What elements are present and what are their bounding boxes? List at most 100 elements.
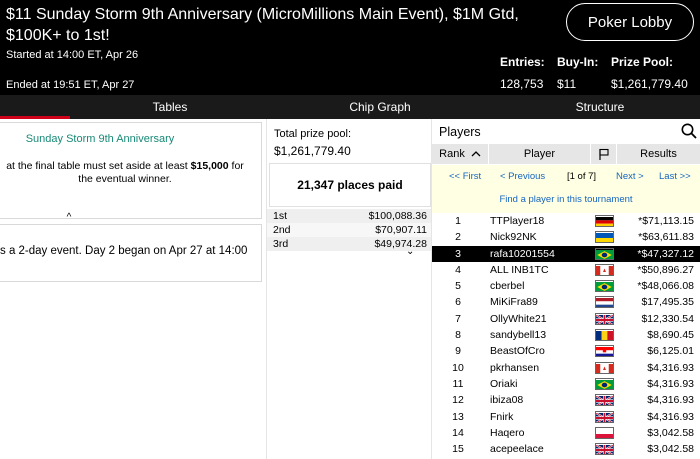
country-flag-icon [595, 247, 614, 260]
info-panel: Sunday Storm 9th Anniversary at the fina… [0, 119, 262, 459]
tab-tables[interactable]: Tables [75, 95, 265, 119]
payout-row: 2nd $70,907.11 [267, 223, 431, 237]
player-name: OllyWhite21 [490, 312, 547, 325]
players-table-header: Rank Player Results [432, 144, 700, 164]
player-row[interactable]: 6 MiKiFra89 $17,495.35 [432, 294, 700, 311]
country-flag-icon [595, 231, 614, 244]
end-time: Ended at 19:51 ET, Apr 27 [6, 79, 135, 91]
player-result: *$50,896.27 [637, 263, 694, 276]
player-row[interactable]: 11 Oriaki $4,316.93 [432, 375, 700, 393]
player-rank: 11 [452, 377, 464, 390]
search-icon[interactable] [681, 123, 697, 139]
buyin-value: $11 [557, 77, 577, 91]
poker-lobby-button[interactable]: Poker Lobby [566, 3, 694, 41]
country-flag-icon [595, 426, 614, 439]
player-result: $4,316.93 [647, 394, 694, 407]
last-page-link[interactable]: Last >> [659, 171, 691, 182]
event-note-card: s a 2-day event. Day 2 began on Apr 27 a… [0, 224, 262, 282]
tournament-header: $11 Sunday Storm 9th Anniversary (MicroM… [0, 0, 700, 95]
entries-value: 128,753 [500, 77, 544, 91]
player-rank: 4 [455, 263, 461, 276]
entries-label: Entries: [500, 55, 545, 69]
player-rank: 14 [452, 426, 464, 439]
player-column-header[interactable]: Player [489, 144, 591, 164]
expand-payouts-icon[interactable]: ⌄ [406, 246, 414, 257]
next-page-link[interactable]: Next > [616, 171, 644, 182]
player-name: BeastOfCro [490, 345, 545, 358]
country-flag-icon [595, 329, 614, 342]
player-name: acepeelace [490, 443, 544, 456]
tab-chip-graph[interactable]: Chip Graph [285, 95, 475, 119]
country-flag-icon [595, 263, 614, 276]
country-flag-icon [595, 312, 614, 325]
player-result: $4,316.93 [647, 410, 694, 423]
find-player-link[interactable]: Find a player in this tournament [432, 194, 700, 205]
player-row[interactable]: 12 ibiza08 $4,316.93 [432, 392, 700, 409]
player-row[interactable]: 7 OllyWhite21 $12,330.54 [432, 310, 700, 328]
player-name: sandybell13 [490, 329, 547, 342]
previous-page-link[interactable]: < Previous [500, 171, 545, 182]
rank-column-header[interactable]: Rank [432, 144, 489, 164]
player-result: *$47,327.12 [637, 247, 694, 260]
player-name: ALL INB1TC [490, 263, 549, 276]
player-rank: 2 [455, 231, 461, 244]
player-rank: 3 [455, 247, 461, 260]
places-paid: 21,347 places paid [269, 163, 431, 207]
player-result: $8,690.45 [647, 329, 694, 342]
prize-panel: Total prize pool: $1,261,779.40 21,347 p… [266, 119, 432, 459]
country-flag-icon [595, 361, 614, 374]
player-row[interactable]: 2 Nick92NK *$63,611.83 [432, 229, 700, 246]
player-row[interactable]: 3 rafa10201554 *$47,327.12 [432, 245, 700, 262]
player-name: Nick92NK [490, 231, 537, 244]
country-flag-icon [595, 215, 614, 227]
player-row[interactable]: 5 cberbel *$48,066.08 [432, 278, 700, 295]
prize-pool-label: Prize Pool: [611, 55, 674, 69]
player-name: Fnirk [490, 410, 514, 423]
buyin-label: Buy-In: [557, 55, 599, 69]
sort-up-icon [471, 151, 481, 157]
promo-title: Sunday Storm 9th Anniversary [25, 133, 175, 145]
player-result: *$71,113.15 [638, 215, 694, 227]
results-column-header[interactable]: Results [617, 144, 700, 164]
payout-row: 1st $100,088.36 [267, 209, 431, 223]
country-flag-icon [595, 345, 614, 358]
player-name: pkrhansen [490, 361, 540, 374]
player-rank: 15 [452, 443, 464, 456]
collapse-toggle-icon[interactable]: ^ [0, 213, 138, 224]
player-name: Haqero [490, 426, 525, 439]
players-title: Players [439, 125, 481, 139]
pagination-bar: << First < Previous [1 of 7] Next > Last… [432, 165, 700, 213]
promo-text: at the final table must set aside at lea… [6, 160, 244, 185]
page-indicator: [1 of 7] [567, 171, 597, 182]
player-row[interactable]: 15 acepeelace $3,042.58 [432, 441, 700, 458]
player-row[interactable]: 8 sandybell13 $8,690.45 [432, 327, 700, 344]
country-column-header[interactable] [591, 144, 617, 164]
player-row[interactable]: 13 Fnirk $4,316.93 [432, 408, 700, 425]
player-rank: 13 [452, 410, 464, 423]
players-list: 1 TTPlayer18 *$71,113.15 2 Nick92NK *$63,611.… [432, 213, 700, 458]
player-row[interactable]: 14 Haqero $3,042.58 [432, 424, 700, 442]
player-row[interactable]: 9 BeastOfCro $6,125.01 [432, 343, 700, 360]
payout-list: 1st $100,088.36 2nd $70,907.11 3rd $49,974.… [267, 209, 431, 251]
flag-icon [598, 148, 609, 160]
player-result: *$63,611.83 [638, 231, 694, 244]
player-row[interactable]: 1 TTPlayer18 *$71,113.15 [432, 213, 700, 230]
promo-amount: $15,000 [190, 160, 229, 172]
country-flag-icon [595, 394, 614, 407]
player-result: *$48,066.08 [637, 280, 694, 293]
country-flag-icon [595, 443, 614, 456]
player-row[interactable]: 10 pkrhansen $4,316.93 [432, 359, 700, 376]
country-flag-icon [595, 280, 614, 293]
player-name: TTPlayer18 [490, 215, 545, 227]
first-page-link[interactable]: << First [449, 171, 481, 182]
player-name: Oriaki [490, 377, 518, 390]
tab-bar: Tables Chip Graph Structure [0, 95, 700, 119]
tab-structure[interactable]: Structure [505, 95, 695, 119]
content-area: Sunday Storm 9th Anniversary at the fina… [0, 119, 700, 459]
player-row[interactable]: 4 ALL INB1TC *$50,896.27 [432, 261, 700, 279]
player-rank: 1 [455, 215, 461, 227]
player-name: ibiza08 [490, 394, 524, 407]
player-rank: 5 [455, 280, 461, 293]
player-rank: 12 [452, 394, 464, 407]
event-note-text: s a 2-day event. Day 2 began on Apr 27 a… [0, 245, 248, 257]
